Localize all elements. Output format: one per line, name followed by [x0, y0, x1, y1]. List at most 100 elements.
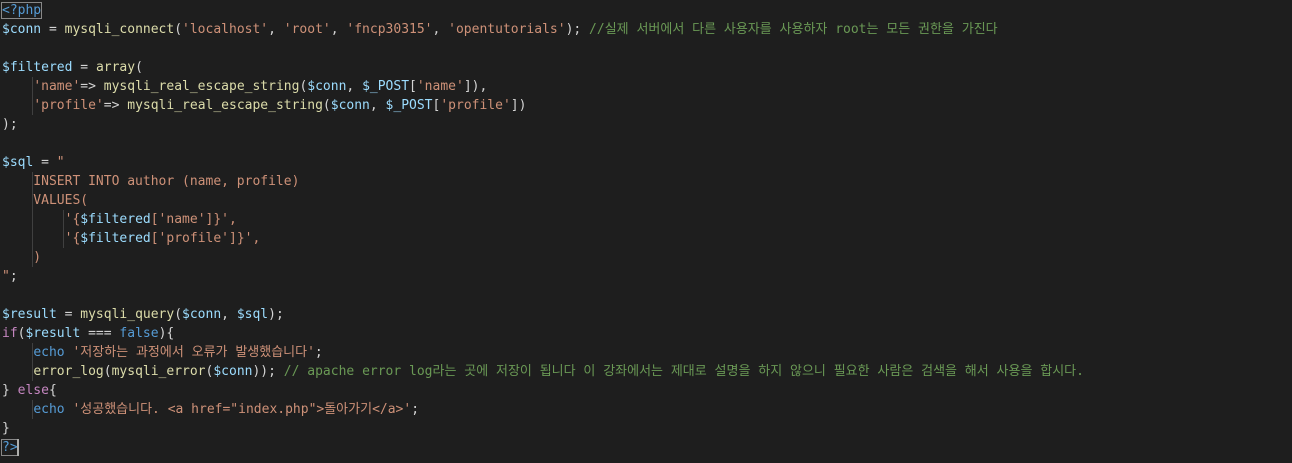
code-token: =: [41, 22, 65, 37]
code-token: $_POST: [362, 79, 410, 94]
code-token: ['name']: [150, 212, 214, 227]
code-token: =: [56, 307, 81, 322]
code-token: // apache error log라는 곳에 저장이 됩니다 이 강좌에서는…: [283, 364, 1084, 379]
code-token: ]),: [463, 79, 488, 94]
code-token: =>: [80, 79, 104, 94]
code-token: ,: [369, 98, 386, 113]
code-token: ,: [221, 307, 237, 322]
code-token: mysqli_real_escape_string: [127, 98, 323, 113]
code-line[interactable]: $filtered = array(: [2, 58, 143, 77]
code-token: {: [48, 383, 57, 398]
code-token: $filtered: [80, 212, 151, 227]
code-token: ]): [510, 98, 527, 113]
code-token: <?php: [0, 2, 43, 19]
code-token: ;: [9, 269, 18, 284]
code-token: INSERT INTO author (name, profile): [2, 174, 300, 189]
code-line[interactable]: '{$filtered['profile']}',: [2, 229, 261, 248]
code-token: ,: [330, 22, 347, 37]
code-line[interactable]: $conn = mysqli_connect('localhost', 'roo…: [2, 20, 998, 39]
code-token: array: [95, 60, 136, 75]
code-token: 'fncp30315': [346, 22, 433, 37]
code-token: $result: [2, 307, 57, 322]
code-token: //실제 서버에서 다른 사용자를 사용하자 root는 모든 권한을 가진다: [589, 22, 998, 37]
code-token: ": [56, 155, 65, 170]
code-token: ": [2, 269, 10, 284]
code-token: ,: [346, 79, 363, 94]
code-token: $conn: [213, 364, 253, 379]
code-token: $sql: [236, 307, 269, 322]
code-token: ): [2, 250, 42, 265]
code-token: );: [268, 307, 284, 322]
code-token: '{: [2, 231, 81, 246]
code-line[interactable]: echo '저장하는 과정에서 오류가 발생했습니다';: [2, 343, 323, 362]
code-line[interactable]: ): [2, 248, 41, 267]
code-token: $sql: [2, 155, 34, 170]
code-token: }: [2, 421, 10, 436]
code-token: mysqli_query: [80, 307, 175, 322]
code-line[interactable]: } else{: [2, 381, 57, 400]
code-token: 'name': [33, 79, 81, 94]
code-token: else: [17, 383, 49, 398]
code-token: $result: [25, 326, 81, 341]
code-token: 'name': [416, 79, 464, 94]
code-token: '{: [2, 212, 81, 227]
code-line[interactable]: INSERT INTO author (name, profile): [2, 172, 299, 191]
code-token: ){: [158, 326, 175, 341]
code-token: =: [72, 60, 96, 75]
code-token: =>: [103, 98, 128, 113]
code-token: (: [103, 364, 112, 379]
code-token: [: [409, 79, 417, 94]
code-line[interactable]: VALUES(: [2, 191, 88, 210]
code-token: (: [174, 307, 183, 322]
code-token: '성공했습니다. <a href="index.php">돌아가기</a>': [72, 402, 412, 417]
code-token: error_log: [33, 364, 104, 379]
code-token: $conn: [2, 22, 42, 37]
code-token: '저장하는 과정에서 오류가 발생했습니다': [72, 345, 315, 360]
code-token: ,: [268, 22, 284, 37]
code-token: if: [2, 326, 18, 341]
code-line[interactable]: ";: [2, 267, 18, 286]
code-token: $conn: [307, 79, 347, 94]
code-line[interactable]: 'name'=> mysqli_real_escape_string($conn…: [2, 77, 487, 96]
code-token: (: [322, 98, 331, 113]
code-token: ));: [252, 364, 284, 379]
code-editor[interactable]: <?php $conn = mysqli_connect('localhost',…: [0, 0, 1292, 463]
code-token: 'root': [283, 22, 331, 37]
code-token: =: [33, 155, 57, 170]
code-token: echo: [33, 402, 65, 417]
code-token: 'profile': [440, 98, 511, 113]
code-token: mysqli_real_escape_string: [103, 79, 300, 94]
code-token: mysqli_connect: [64, 22, 175, 37]
code-line[interactable]: <?php: [0, 1, 43, 20]
code-token: ;: [314, 345, 323, 360]
code-token: ,: [432, 22, 449, 37]
code-token: $filtered: [80, 231, 151, 246]
code-line[interactable]: '{$filtered['name']}',: [2, 210, 237, 229]
code-token: }: [2, 383, 18, 398]
code-line[interactable]: ?>: [1, 438, 19, 457]
code-line[interactable]: );: [2, 115, 18, 134]
code-line[interactable]: error_log(mysqli_error($conn)); // apach…: [2, 362, 1084, 381]
code-token: ===: [80, 326, 120, 341]
code-token: VALUES(: [2, 193, 89, 208]
code-token: 'opentutorials': [448, 22, 566, 37]
code-token: $_POST: [385, 98, 433, 113]
code-line[interactable]: 'profile' => mysqli_real_escape_string($c…: [2, 96, 526, 115]
code-line[interactable]: $result = mysqli_query($conn, $sql);: [2, 305, 284, 324]
code-token: $conn: [330, 98, 370, 113]
code-token: (: [174, 22, 183, 37]
code-token: }',: [236, 231, 261, 246]
code-token: (: [135, 60, 143, 75]
code-line[interactable]: if($result === false){: [2, 324, 174, 343]
code-token: ['profile']: [150, 231, 237, 246]
code-token: mysqli_error: [111, 364, 206, 379]
text-cursor: [17, 439, 19, 456]
code-token: }',: [213, 212, 237, 227]
code-line[interactable]: $sql = ": [2, 153, 65, 172]
code-line[interactable]: echo '성공했습니다. <a href="index.php">돌아가기</…: [2, 400, 419, 419]
code-line[interactable]: }: [2, 419, 10, 438]
